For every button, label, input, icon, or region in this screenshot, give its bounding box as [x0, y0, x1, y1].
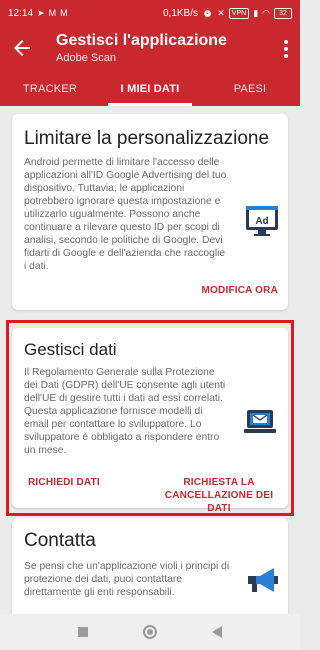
location-arrow-icon: ➤ — [37, 8, 45, 18]
system-navigation-bar — [0, 614, 300, 650]
tab-tracker[interactable]: TRACKER — [0, 72, 100, 106]
app-bar: Gestisci l'applicazione Adobe Scan — [0, 26, 300, 72]
page-title: Gestisci l'applicazione — [56, 32, 227, 49]
card-title: Gestisci dati — [24, 340, 117, 359]
vpn-badge: VPN — [228, 7, 250, 19]
card-contact: Contatta Se pensi che un'applicazione vi… — [12, 518, 288, 614]
svg-text:Ad: Ad — [255, 216, 268, 227]
wifi-icon: ◠ — [262, 8, 270, 18]
request-deletion-button[interactable]: RICHIESTA LA CANCELLAZIONE DEI DATI — [164, 476, 274, 515]
alarm-icon: ⏰ — [202, 8, 214, 18]
card-manage-data: Gestisci dati Il Regolamento Generale su… — [12, 328, 288, 514]
back-arrow-icon[interactable] — [10, 36, 34, 60]
modify-now-button[interactable]: MODIFICA ORA — [202, 284, 278, 297]
status-time: 12:14 — [8, 7, 34, 19]
card-body: Il Regolamento Generale sulla Protezione… — [24, 367, 226, 456]
megaphone-icon — [248, 568, 278, 592]
ad-icon: Ad — [246, 206, 278, 236]
battery-icon: 32 — [274, 7, 292, 19]
laptop-email-icon — [244, 410, 276, 433]
content-scroll-area[interactable]: Limitare la personalizzazione Android pe… — [0, 106, 300, 614]
card-body: Se pensi che un'applicazione violi i pri… — [24, 561, 230, 598]
mute-icon: ✕ — [217, 8, 225, 18]
request-data-button[interactable]: RICHIEDI DATI — [28, 476, 100, 489]
home-icon[interactable] — [142, 625, 157, 639]
back-triangle-icon[interactable] — [212, 626, 223, 638]
tab-i-miei-dati[interactable]: I MIEI DATI — [100, 72, 200, 106]
gmail-icon-2: M — [60, 8, 68, 18]
card-title: Limitare la personalizzazione — [24, 128, 270, 149]
status-bar: 12:14 ➤ M M 0,1KB/s ⏰ ✕ VPN ▮ ◠ 32 — [0, 0, 300, 26]
tab-bar: TRACKER I MIEI DATI PAESI — [0, 72, 300, 106]
tab-paesi[interactable]: PAESI — [200, 72, 300, 106]
recent-apps-icon[interactable] — [77, 627, 88, 637]
gmail-icon: M — [48, 8, 57, 18]
card-body: Android permette di limitare l'accesso d… — [24, 157, 227, 272]
app-name-subtitle: Adobe Scan — [56, 52, 116, 64]
network-speed: 0,1KB/s — [162, 7, 199, 19]
signal-icon: ▮ — [253, 8, 259, 18]
card-title: Contatta — [24, 530, 96, 551]
more-options-icon[interactable] — [280, 38, 292, 60]
card-limit-personalization: Limitare la personalizzazione Android pe… — [12, 114, 288, 310]
